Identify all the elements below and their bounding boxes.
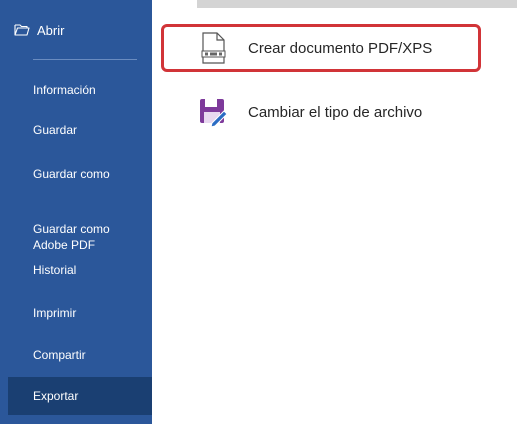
save-change-type-icon <box>196 95 230 129</box>
nav-item-historial[interactable]: Historial <box>0 262 152 278</box>
nav-item-guardar-adobe-pdf[interactable]: Guardar como Adobe PDF <box>0 205 152 253</box>
change-file-type-option[interactable]: Cambiar el tipo de archivo <box>161 88 481 136</box>
folder-open-icon <box>14 24 30 36</box>
nav-open-label: Abrir <box>37 22 65 38</box>
nav-item-guardar[interactable]: Guardar <box>0 122 152 138</box>
nav-item-label: Compartir <box>33 348 86 362</box>
nav-item-compartir[interactable]: Compartir <box>0 347 152 363</box>
nav-item-label: Guardar <box>33 123 78 137</box>
nav-item-label: Exportar <box>33 389 79 403</box>
nav-item-label: Información <box>33 83 96 97</box>
nav-item-label: Historial <box>33 263 77 277</box>
nav-item-guardar-como[interactable]: Guardar como <box>0 166 152 182</box>
word-backstage: Abrir Información Guardar Guardar como G… <box>0 0 517 424</box>
nav-item-informacion[interactable]: Información <box>0 82 152 98</box>
change-file-type-label: Cambiar el tipo de archivo <box>248 103 423 121</box>
nav-item-label: Imprimir <box>33 306 77 320</box>
export-panel: Crear documento PDF/XPS Cambiar el tipo … <box>152 0 517 424</box>
top-border <box>197 0 517 8</box>
create-pdf-xps-label: Crear documento PDF/XPS <box>248 39 433 57</box>
nav-item-open[interactable]: Abrir <box>14 18 64 42</box>
pdf-document-icon <box>196 31 230 65</box>
create-pdf-xps-option[interactable]: Crear documento PDF/XPS <box>161 24 481 72</box>
nav-item-imprimir[interactable]: Imprimir <box>0 305 152 321</box>
nav-item-label: Guardar como Adobe PDF <box>33 222 110 252</box>
backstage-nav: Abrir Información Guardar Guardar como G… <box>0 0 152 424</box>
nav-item-exportar[interactable]: Exportar <box>8 377 152 415</box>
nav-item-label: Guardar como <box>33 167 110 181</box>
nav-divider <box>33 59 137 60</box>
